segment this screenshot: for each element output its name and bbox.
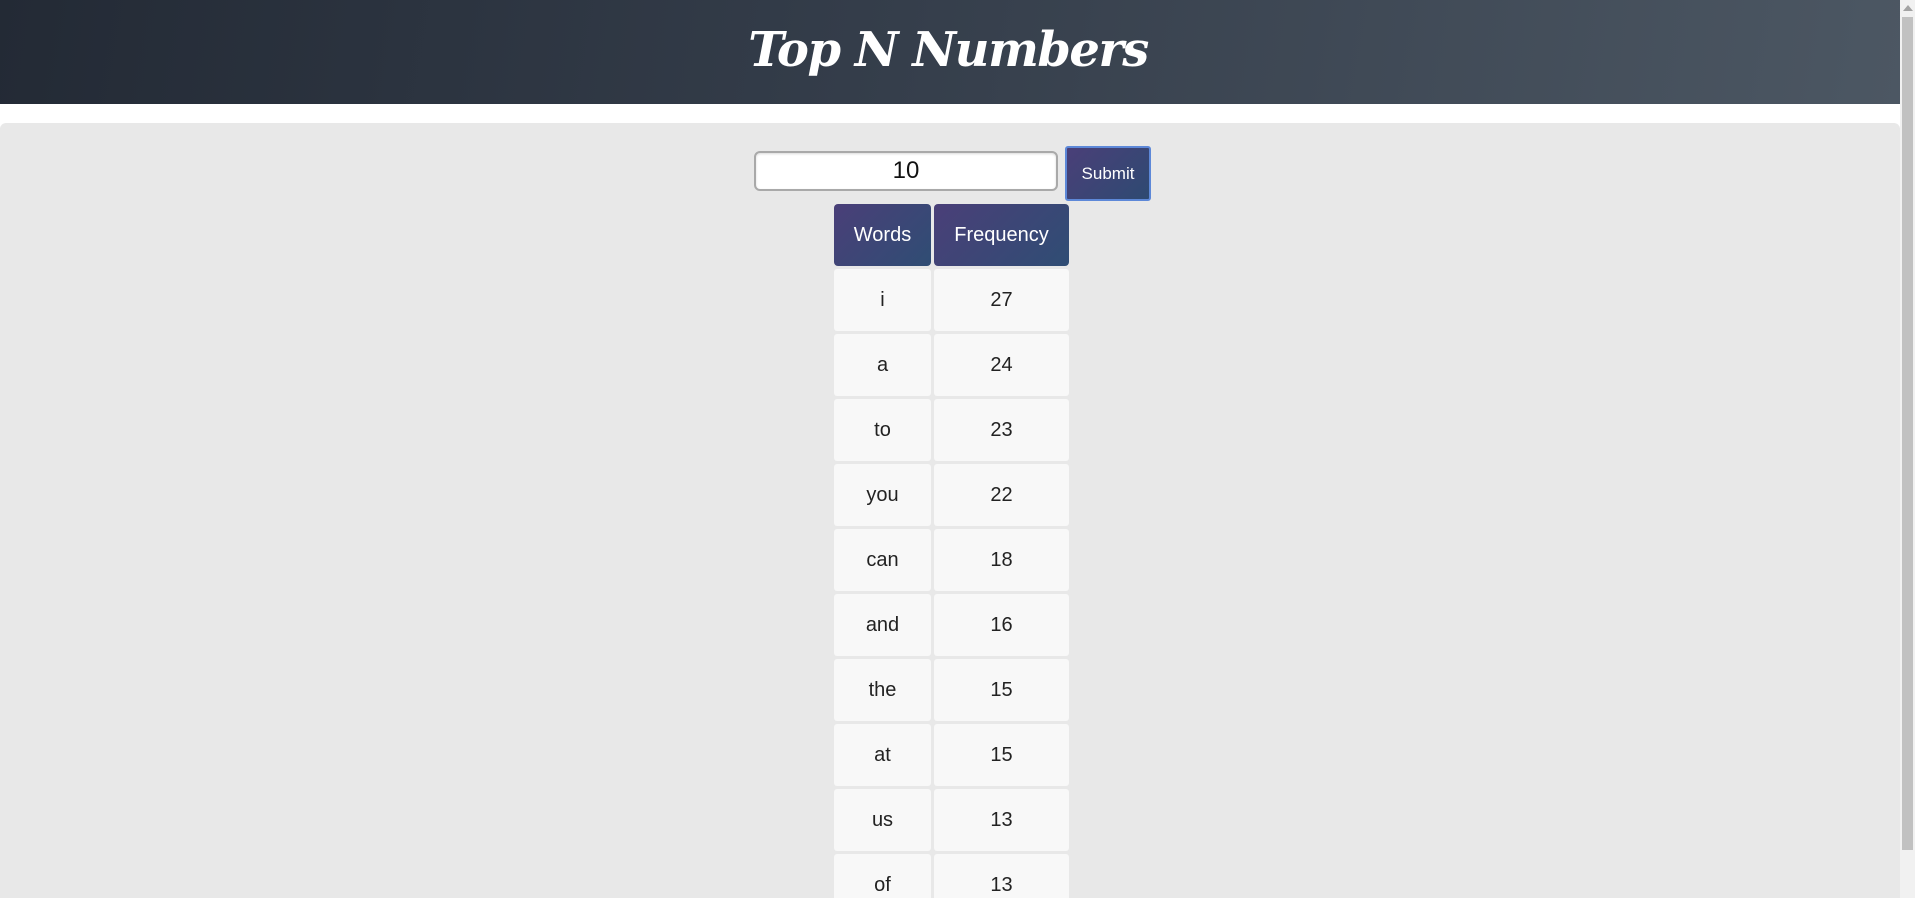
top-n-form: Submit bbox=[754, 145, 1154, 201]
submit-button[interactable]: Submit bbox=[1065, 146, 1151, 201]
frequency-cell: 16 bbox=[934, 594, 1069, 656]
frequency-cell: 24 bbox=[934, 334, 1069, 396]
top-n-input[interactable] bbox=[754, 151, 1058, 191]
vertical-scrollbar[interactable] bbox=[1900, 0, 1915, 898]
table-row: the 15 bbox=[834, 659, 1069, 721]
word-cell: to bbox=[834, 399, 931, 461]
table-row: i 27 bbox=[834, 269, 1069, 331]
table-row: at 15 bbox=[834, 724, 1069, 786]
table-row: a 24 bbox=[834, 334, 1069, 396]
table-header-row: Words Frequency bbox=[834, 204, 1069, 266]
table-row: can 18 bbox=[834, 529, 1069, 591]
table-row: you 22 bbox=[834, 464, 1069, 526]
frequency-cell: 15 bbox=[934, 659, 1069, 721]
table-row: to 23 bbox=[834, 399, 1069, 461]
word-frequency-table: Words Frequency i 27 a 24 to 23 you 22 c… bbox=[831, 201, 1072, 898]
word-cell: the bbox=[834, 659, 931, 721]
words-column-header: Words bbox=[834, 204, 931, 266]
word-cell: i bbox=[834, 269, 931, 331]
frequency-cell: 15 bbox=[934, 724, 1069, 786]
word-cell: a bbox=[834, 334, 931, 396]
word-cell: us bbox=[834, 789, 931, 851]
main-panel: Submit Words Frequency i 27 a 24 to bbox=[0, 123, 1900, 898]
scroll-up-arrow-icon[interactable] bbox=[1903, 5, 1913, 11]
table-row: and 16 bbox=[834, 594, 1069, 656]
word-cell: of bbox=[834, 854, 931, 898]
word-cell: at bbox=[834, 724, 931, 786]
frequency-cell: 18 bbox=[934, 529, 1069, 591]
word-cell: you bbox=[834, 464, 931, 526]
scroll-thumb[interactable] bbox=[1902, 17, 1913, 850]
word-cell: and bbox=[834, 594, 931, 656]
app-title: Top N Numbers bbox=[748, 22, 1149, 78]
table-row: us 13 bbox=[834, 789, 1069, 851]
frequency-column-header: Frequency bbox=[934, 204, 1069, 266]
app-viewport: Top N Numbers Submit Words Frequency i 2… bbox=[0, 0, 1915, 898]
table-row: of 13 bbox=[834, 854, 1069, 898]
app-header: Top N Numbers bbox=[0, 0, 1900, 104]
frequency-cell: 23 bbox=[934, 399, 1069, 461]
frequency-cell: 13 bbox=[934, 789, 1069, 851]
frequency-cell: 27 bbox=[934, 269, 1069, 331]
word-cell: can bbox=[834, 529, 931, 591]
frequency-cell: 22 bbox=[934, 464, 1069, 526]
frequency-cell: 13 bbox=[934, 854, 1069, 898]
